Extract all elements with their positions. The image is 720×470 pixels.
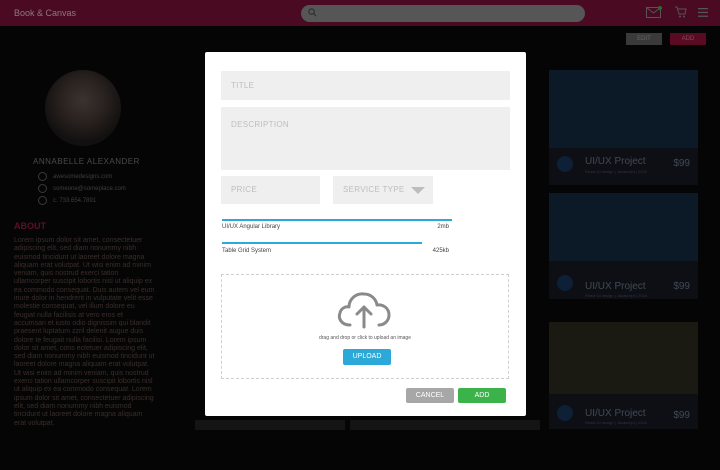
project-card[interactable]: UI/UX Project React UI design | Javascri… bbox=[549, 70, 698, 185]
top-bar: Book & Canvas bbox=[0, 0, 720, 26]
project-card[interactable]: UI/UX Project React UI design | Javascri… bbox=[549, 322, 698, 429]
gallery-strip bbox=[350, 420, 540, 430]
project-icon bbox=[557, 156, 573, 172]
project-icon bbox=[557, 405, 573, 421]
about-heading: ABOUT bbox=[14, 221, 46, 231]
project-subtitle: React UI design | Javascript | 2016 bbox=[585, 169, 647, 174]
search-input[interactable] bbox=[301, 5, 585, 22]
project-price: $99 bbox=[673, 410, 690, 421]
contact-email[interactable]: someone@someplace.com bbox=[38, 184, 126, 193]
project-title: UI/UX Project bbox=[585, 281, 646, 292]
gallery-strip bbox=[195, 420, 345, 430]
edit-button[interactable]: EDIT bbox=[626, 33, 662, 45]
upload-progress-bar bbox=[222, 219, 452, 221]
contact-website-text: awesomedesigns.com bbox=[53, 174, 113, 181]
service-type-select[interactable]: SERVICE TYPE bbox=[333, 176, 433, 204]
project-subtitle: React UI design | Javascript | 2016 bbox=[585, 420, 647, 425]
avatar bbox=[45, 70, 121, 146]
menu-icon[interactable] bbox=[698, 8, 708, 17]
about-text: Lorem ipsum dolor sit amet, consectetuer… bbox=[14, 237, 155, 427]
file-size: 425kb bbox=[432, 248, 449, 254]
upload-button[interactable]: UPLOAD bbox=[343, 349, 391, 365]
search-icon bbox=[308, 8, 317, 17]
file-name: Table Grid System bbox=[222, 248, 272, 254]
price-input[interactable]: PRICE bbox=[221, 176, 320, 204]
project-price: $99 bbox=[673, 158, 690, 169]
contact-phone[interactable]: c. 733.654.7891 bbox=[38, 196, 96, 205]
project-card[interactable]: UI/UX Project React UI design | Javascri… bbox=[549, 193, 698, 299]
project-subtitle: React UI design | Javascript | 2016 bbox=[585, 293, 647, 298]
contact-phone-text: c. 733.654.7891 bbox=[53, 198, 97, 205]
globe-icon bbox=[38, 172, 47, 181]
project-icon bbox=[557, 275, 573, 291]
file-name: UI/UX Angular Library bbox=[222, 224, 281, 230]
image-dropzone[interactable]: drag and drop or click to upload an imag… bbox=[221, 274, 509, 379]
upload-progress-bar bbox=[222, 242, 422, 244]
mail-icon bbox=[38, 184, 47, 193]
title-input[interactable]: TITLE bbox=[221, 71, 510, 100]
cart-icon[interactable] bbox=[675, 6, 687, 18]
mail-icon[interactable] bbox=[646, 6, 662, 18]
add-button[interactable]: ADD bbox=[670, 33, 706, 45]
add-project-modal: TITLE DESCRIPTION PRICE SERVICE TYPE UI/… bbox=[205, 52, 526, 416]
project-thumbnail bbox=[549, 193, 698, 261]
add-button[interactable]: ADD bbox=[458, 388, 506, 403]
project-thumbnail bbox=[549, 70, 698, 148]
service-type-label: SERVICE TYPE bbox=[343, 185, 405, 194]
phone-icon bbox=[38, 196, 47, 205]
project-title: UI/UX Project bbox=[585, 156, 646, 167]
cancel-button[interactable]: CANCEL bbox=[406, 388, 454, 403]
project-title: UI/UX Project bbox=[585, 408, 646, 419]
cloud-upload-icon bbox=[337, 292, 391, 329]
contact-website[interactable]: awesomedesigns.com bbox=[38, 172, 112, 181]
description-textarea[interactable]: DESCRIPTION bbox=[221, 107, 510, 170]
project-price: $99 bbox=[673, 281, 690, 292]
contact-email-text: someone@someplace.com bbox=[53, 186, 126, 193]
dropzone-hint: drag and drop or click to upload an imag… bbox=[318, 335, 411, 341]
profile-name: ANNABELLE ALEXANDER bbox=[33, 157, 140, 166]
chevron-down-icon bbox=[411, 187, 425, 194]
file-size: 2mb bbox=[437, 224, 449, 230]
brand-logo[interactable]: Book & Canvas bbox=[14, 8, 76, 18]
project-thumbnail bbox=[549, 322, 698, 394]
